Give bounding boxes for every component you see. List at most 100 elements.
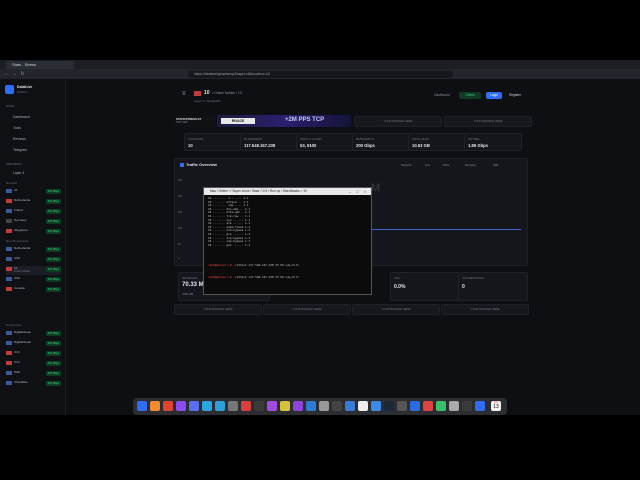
- menu-icon[interactable]: ≡: [182, 91, 188, 97]
- finder-icon[interactable]: [137, 401, 147, 411]
- maximize-icon[interactable]: □: [356, 189, 358, 194]
- settings-icon[interactable]: [319, 401, 329, 411]
- app-icon[interactable]: [358, 401, 368, 411]
- stat-label: Uptime: [468, 137, 480, 141]
- server-item[interactable]: France 500 Mbps: [6, 208, 61, 217]
- stat-label: Port & Layer: [300, 137, 322, 141]
- app-icon[interactable]: [293, 401, 303, 411]
- discord-icon[interactable]: [189, 401, 199, 411]
- control-live[interactable]: Live: [425, 163, 430, 167]
- server-item[interactable]: Germany 500 Mbps: [6, 218, 61, 227]
- app-icon[interactable]: [228, 401, 238, 411]
- sidebar-item-tools[interactable]: Tools: [13, 126, 21, 130]
- back-button[interactable]: ←: [3, 71, 10, 78]
- app-icon[interactable]: [241, 401, 251, 411]
- y-tick: 5k: [178, 243, 181, 246]
- flag-icon: [194, 91, 201, 96]
- control-split[interactable]: Split: [493, 163, 498, 167]
- calendar-icon[interactable]: JUL 13: [491, 401, 501, 411]
- layer-selector[interactable]: Layer 4: [13, 171, 24, 175]
- stat-card: Bandwidth 200 Gbps: [352, 133, 410, 151]
- flag-icon: [6, 247, 12, 251]
- sidebar-item-dashboard[interactable]: Dashboard: [13, 115, 30, 119]
- sidebar-item-telegram[interactable]: Telegram: [13, 148, 27, 152]
- server-item[interactable]: DigitalOcean 500 Mbps: [6, 330, 61, 339]
- banner-slot[interactable]: YOUR BANNER HERE: [441, 304, 529, 315]
- banner-slot[interactable]: YOUR BANNER HERE: [263, 304, 351, 315]
- control-network[interactable]: Network: [401, 163, 411, 167]
- app-icon[interactable]: [462, 401, 472, 411]
- flag-icon: [6, 361, 12, 365]
- forward-button[interactable]: →: [11, 71, 18, 78]
- server-item[interactable]: Netherlands 500 Mbps: [6, 198, 61, 207]
- server-item[interactable]: Ovh 500 Mbps: [6, 360, 61, 369]
- browser-tab[interactable]: Stats - Stress: [6, 61, 74, 69]
- reload-button[interactable]: ↻: [19, 71, 26, 78]
- control-receiving[interactable]: Reciving: [465, 163, 476, 167]
- app-icon[interactable]: [345, 401, 355, 411]
- stat-card: Uptime 1.86 Gbps: [464, 133, 522, 151]
- terminal-window[interactable]: Mac / Online \ / Super Linux / Stats 7.0…: [203, 187, 372, 295]
- sidebar: DstatLive Mobile MAIN Dashboard Tools Re…: [0, 79, 66, 415]
- app-icon[interactable]: [280, 401, 290, 411]
- banner-slot[interactable]: YOUR BANNER HERE: [352, 304, 440, 315]
- server-name: DigitalOcean: [14, 330, 32, 334]
- server-item[interactable]: Singapore 500 Mbps: [6, 228, 61, 237]
- banner-slot[interactable]: YOUR BANNER HERE: [174, 304, 262, 315]
- server-name: USA: [14, 276, 21, 280]
- app-icon[interactable]: [423, 401, 433, 411]
- dashboard-link[interactable]: Dashboard: [429, 92, 455, 99]
- status-badge: 500 Mbps: [46, 371, 61, 376]
- app-icon[interactable]: [332, 401, 342, 411]
- server-item[interactable]: 10 500 Mbps: [6, 188, 61, 197]
- steam-icon[interactable]: [384, 401, 394, 411]
- server-item[interactable]: Canada 500 Mbps: [6, 286, 61, 295]
- server-item[interactable]: DigitalOcean 500 Mbps: [6, 340, 61, 349]
- sidebar-item-reviews[interactable]: Reviews: [13, 137, 26, 141]
- app-icon[interactable]: [215, 401, 225, 411]
- app-icon[interactable]: [267, 401, 277, 411]
- close-icon[interactable]: ×: [364, 189, 366, 194]
- terminal-title: Mac / Online \ / Super Linux / Stats 7.0…: [204, 188, 371, 195]
- app-icon[interactable]: [397, 401, 407, 411]
- status-badge: 500 Mbps: [46, 189, 61, 194]
- flag-icon: [6, 229, 12, 233]
- banner-slot[interactable]: YOUR BANNER HERE: [354, 116, 442, 127]
- app-icon[interactable]: [306, 401, 316, 411]
- minimize-icon[interactable]: –: [349, 189, 351, 194]
- banner-slot[interactable]: YOUR BANNER HERE: [444, 116, 532, 127]
- status-badge: 500 Mbps: [46, 247, 61, 252]
- group-heading: Protection: [6, 323, 22, 327]
- telegram-icon[interactable]: [202, 401, 212, 411]
- server-item[interactable]: USA 500 Mbps: [6, 256, 61, 265]
- online-badge: Online: [459, 92, 481, 99]
- server-item[interactable]: Netherlands 500 Mbps: [6, 246, 61, 255]
- app-icon[interactable]: [176, 401, 186, 411]
- app-icon[interactable]: [449, 401, 459, 411]
- calendar-day: 13: [493, 404, 499, 410]
- app-icon[interactable]: [371, 401, 381, 411]
- server-item[interactable]: Cloudflare 500 Mbps: [6, 380, 61, 389]
- login-button[interactable]: Login: [486, 92, 502, 99]
- app-icon[interactable]: [436, 401, 446, 411]
- ad-left[interactable]: STATICSTRESS.ST TOP UDP: [174, 115, 216, 127]
- address-bar[interactable]: https://dstatcet/graphs/vp3/layer=4&loca…: [188, 71, 453, 78]
- status-badge: 500 Mbps: [46, 287, 61, 292]
- app-icon[interactable]: [150, 401, 160, 411]
- app-icon[interactable]: [410, 401, 420, 411]
- control-pairs[interactable]: Pairs: [443, 163, 449, 167]
- stat-card-connections: Connections 0: [458, 272, 528, 301]
- ad-banner[interactable]: RIVACE +2M PPS TCP: [217, 115, 351, 127]
- server-sub: • Online Mobile • 10: [212, 91, 242, 95]
- server-item-active[interactable]: 10 Online Mobile 500 Mbps: [6, 266, 61, 275]
- app-icon[interactable]: [475, 401, 485, 411]
- server-item[interactable]: Path 500 Mbps: [6, 370, 61, 379]
- brave-icon[interactable]: [163, 401, 173, 411]
- server-item[interactable]: USA 500 Mbps: [6, 276, 61, 285]
- stat-label: Location: [188, 137, 204, 141]
- server-name: Germany: [14, 218, 27, 222]
- terminal-icon[interactable]: [254, 401, 264, 411]
- server-item[interactable]: Ovh 500 Mbps: [6, 350, 61, 359]
- server-name: Ovh: [14, 360, 20, 364]
- register-button[interactable]: Register: [505, 92, 525, 99]
